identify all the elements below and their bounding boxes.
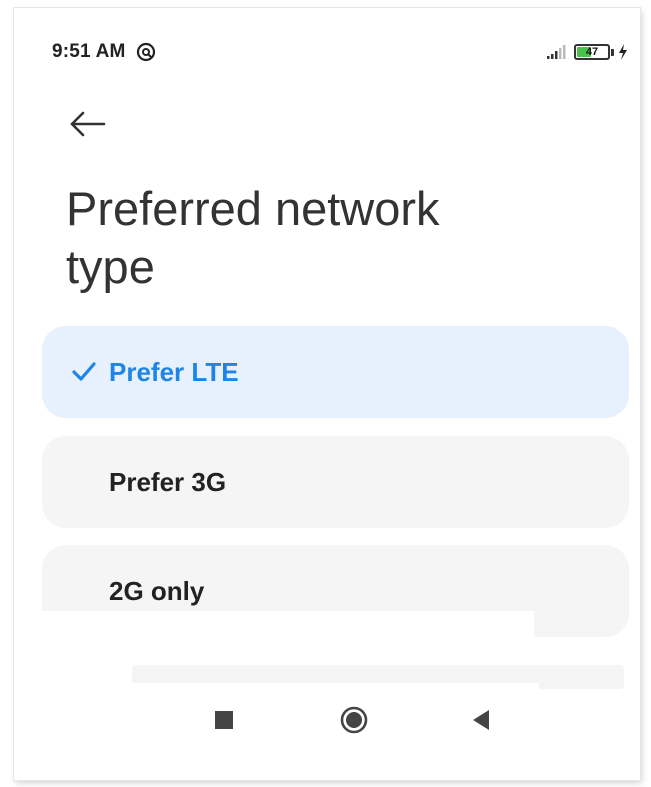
status-time: 9:51 AM (52, 41, 126, 62)
nav-back-button[interactable] (460, 698, 504, 742)
charging-bolt-icon (619, 44, 627, 60)
clipped-region (14, 611, 534, 651)
navigation-bar (14, 698, 640, 750)
signal-icon (547, 45, 566, 59)
home-circle-icon (340, 706, 368, 734)
option-label: Prefer LTE (109, 357, 239, 387)
option-prefer-lte[interactable]: Prefer LTE (42, 326, 629, 418)
option-prefer-3g[interactable]: Prefer 3G (42, 436, 629, 528)
status-icons: 47 (546, 42, 628, 62)
at-sign-icon (136, 42, 156, 62)
back-arrow-icon (70, 111, 106, 137)
option-label: Prefer 3G (109, 467, 227, 497)
checkmark-icon (72, 362, 96, 381)
recents-square-icon (215, 711, 233, 729)
battery-level: 47 (585, 46, 599, 58)
recents-button[interactable] (202, 698, 246, 742)
battery-tip (611, 48, 614, 56)
back-button[interactable] (66, 106, 110, 142)
page-title: Preferred network type (66, 182, 440, 293)
phone-screen: 9:51 AM 47 Preferred network type Prefer… (14, 8, 640, 780)
back-triangle-icon (473, 710, 489, 730)
clipped-region (109, 683, 539, 695)
home-button[interactable] (332, 698, 376, 742)
battery-icon: 47 (574, 44, 610, 60)
